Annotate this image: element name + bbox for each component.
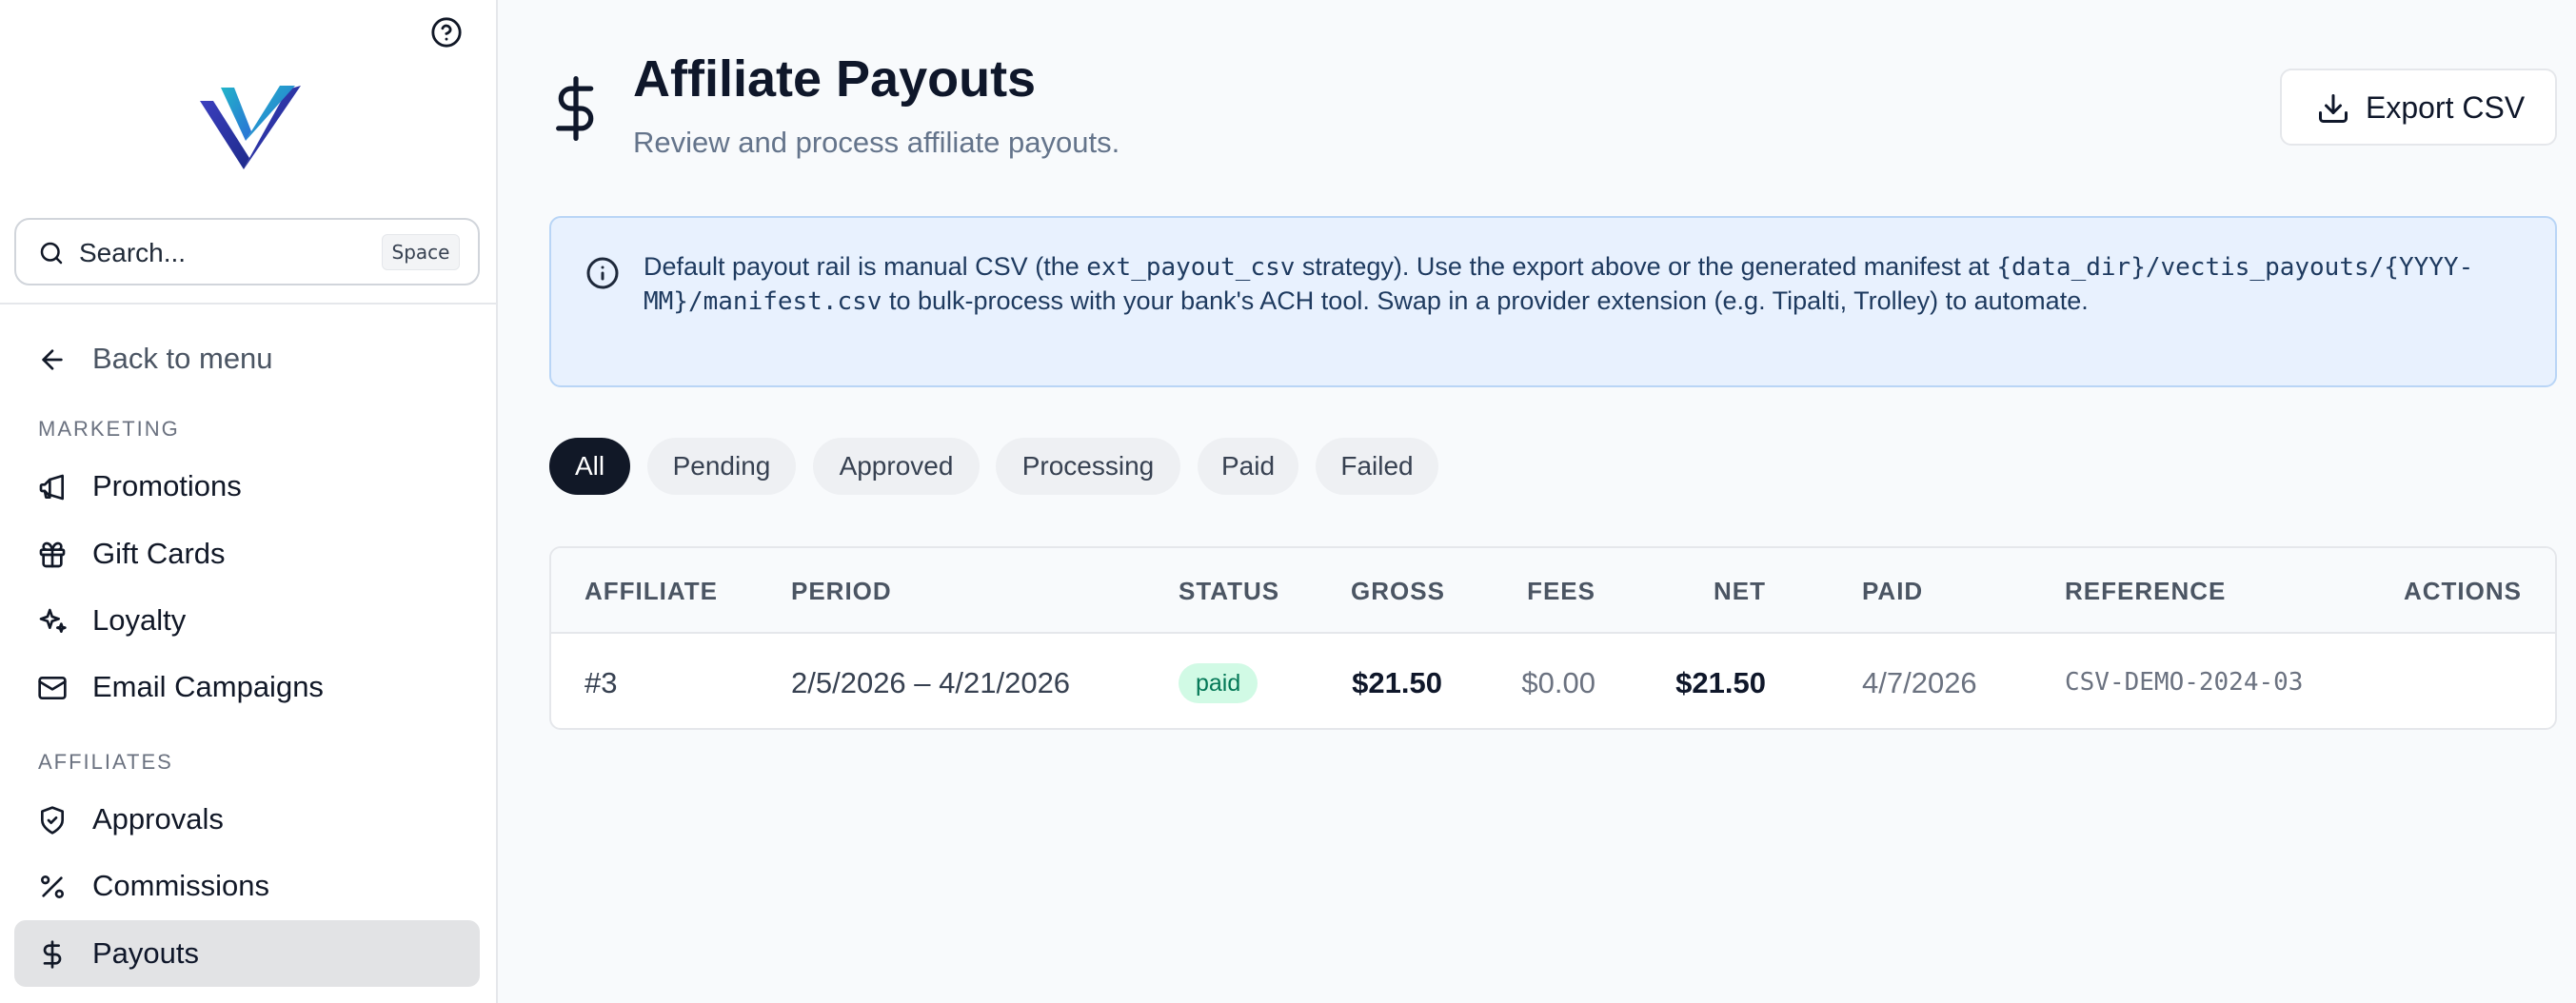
back-to-menu-link[interactable]: Back to menu bbox=[14, 325, 480, 392]
mail-icon bbox=[38, 677, 67, 699]
column-header-affiliate[interactable]: AFFILIATE bbox=[585, 548, 718, 634]
section-label-affiliates: AFFILIATES bbox=[38, 750, 173, 774]
sidebar-item-label: Gift Cards bbox=[92, 537, 226, 570]
sidebar-divider bbox=[0, 303, 496, 305]
sidebar-item-label: Payouts bbox=[92, 936, 200, 970]
cell-reference: CSV-DEMO-2024-03 bbox=[2065, 668, 2304, 697]
column-header-paid[interactable]: PAID bbox=[1862, 548, 1923, 634]
search-icon bbox=[40, 242, 63, 265]
info-text: Default payout rail is manual CSV (the e… bbox=[644, 252, 2474, 316]
page-title: Affiliate Payouts bbox=[633, 50, 1037, 108]
filter-all[interactable]: All bbox=[549, 438, 630, 495]
column-header-gross[interactable]: GROSS bbox=[1351, 548, 1444, 634]
percent-icon bbox=[41, 875, 64, 898]
arrow-left-icon bbox=[42, 349, 63, 370]
sidebar: Space Back to menu MARKETING Promotions … bbox=[0, 0, 498, 1003]
export-csv-label: Export CSV bbox=[2366, 90, 2526, 125]
column-header-status[interactable]: STATUS bbox=[1179, 548, 1279, 634]
status-badge: paid bbox=[1179, 663, 1258, 703]
table-row[interactable]: #3 2/5/2026 – 4/21/2026 paid $21.50 $0.0… bbox=[551, 636, 2555, 728]
sidebar-item-label: Promotions bbox=[92, 469, 242, 502]
export-csv-button[interactable]: Export CSV bbox=[2280, 69, 2557, 146]
dollar-icon bbox=[43, 940, 62, 969]
cell-net: $21.50 bbox=[1675, 666, 1766, 699]
help-icon[interactable] bbox=[429, 15, 464, 49]
sidebar-item-loyalty[interactable]: Loyalty bbox=[14, 587, 480, 654]
back-to-menu-label: Back to menu bbox=[92, 342, 273, 375]
cell-paid-date: 4/7/2026 bbox=[1862, 666, 1977, 699]
cell-affiliate[interactable]: #3 bbox=[585, 636, 617, 728]
filter-pending[interactable]: Pending bbox=[647, 438, 796, 495]
payouts-table: AFFILIATE PERIOD STATUS GROSS FEES NET P… bbox=[549, 546, 2557, 730]
info-notice: Default payout rail is manual CSV (the e… bbox=[549, 216, 2557, 387]
section-label-marketing: MARKETING bbox=[38, 417, 180, 441]
search-shortcut-badge: Space bbox=[382, 234, 460, 270]
column-header-fees[interactable]: FEES bbox=[1503, 548, 1595, 634]
sidebar-item-email-campaigns[interactable]: Email Campaigns bbox=[14, 654, 480, 720]
sidebar-item-gift-cards[interactable]: Gift Cards bbox=[14, 521, 480, 587]
sparkles-icon bbox=[39, 608, 67, 633]
sidebar-item-promotions[interactable]: Promotions bbox=[14, 453, 480, 520]
filter-approved[interactable]: Approved bbox=[813, 438, 980, 495]
download-icon bbox=[2319, 94, 2348, 123]
brand-logo[interactable] bbox=[200, 82, 301, 169]
cell-fees: $0.00 bbox=[1521, 666, 1595, 699]
column-header-actions: ACTIONS bbox=[2404, 577, 2522, 605]
page-subtitle: Review and process affiliate payouts. bbox=[633, 126, 1120, 159]
filter-failed[interactable]: Failed bbox=[1316, 438, 1438, 495]
filter-paid[interactable]: Paid bbox=[1198, 438, 1298, 495]
cell-period: 2/5/2026 – 4/21/2026 bbox=[791, 666, 1071, 699]
info-code-strategy: ext_payout_csv bbox=[1086, 253, 1296, 282]
cell-gross: $21.50 bbox=[1352, 666, 1442, 699]
table-header: AFFILIATE PERIOD STATUS GROSS FEES NET P… bbox=[551, 548, 2555, 634]
search-box[interactable]: Space bbox=[14, 218, 480, 285]
sidebar-item-label: Approvals bbox=[92, 802, 224, 836]
search-input[interactable] bbox=[79, 229, 365, 277]
sidebar-item-approvals[interactable]: Approvals bbox=[14, 786, 480, 853]
column-header-net[interactable]: NET bbox=[1665, 548, 1766, 634]
megaphone-icon bbox=[39, 474, 64, 501]
sidebar-item-commissions[interactable]: Commissions bbox=[14, 853, 480, 919]
shield-check-icon bbox=[41, 806, 64, 835]
info-icon bbox=[586, 257, 619, 289]
sidebar-item-payouts[interactable]: Payouts bbox=[14, 920, 480, 987]
filter-processing[interactable]: Processing bbox=[996, 438, 1180, 495]
column-header-reference[interactable]: REFERENCE bbox=[2065, 548, 2226, 634]
sidebar-item-label: Commissions bbox=[92, 869, 270, 902]
sidebar-item-label: Loyalty bbox=[92, 603, 187, 637]
gift-icon bbox=[39, 541, 66, 568]
sidebar-item-label: Email Campaigns bbox=[92, 670, 324, 703]
dollar-icon bbox=[556, 76, 594, 141]
column-header-period[interactable]: PERIOD bbox=[791, 548, 892, 634]
